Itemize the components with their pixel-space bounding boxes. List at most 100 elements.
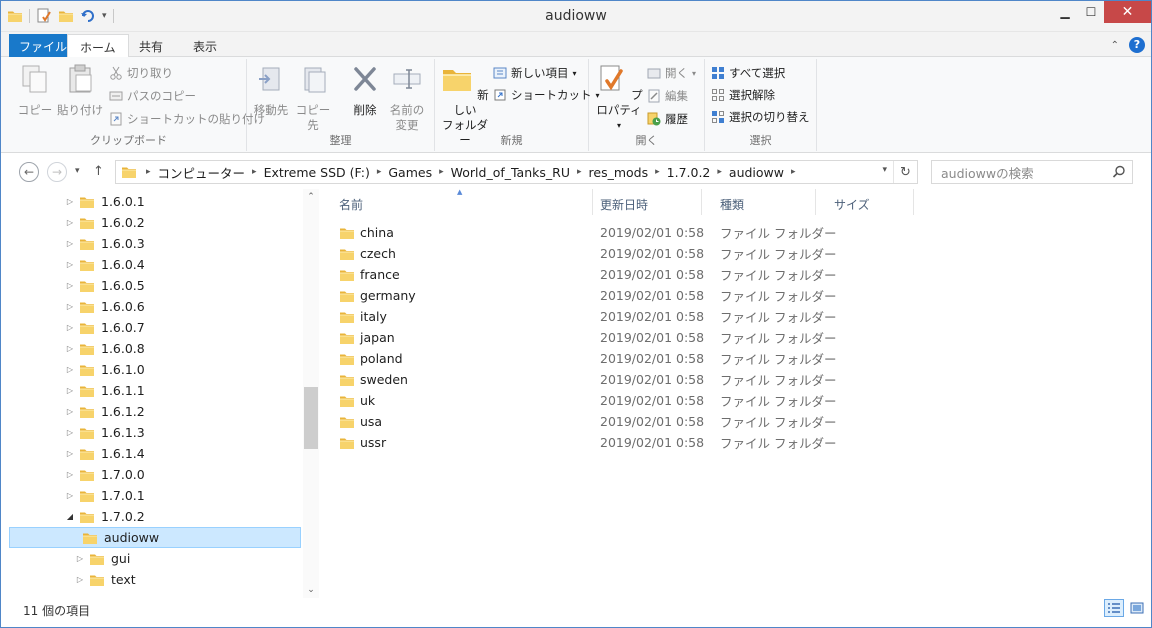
search-icon[interactable] xyxy=(1112,165,1126,179)
tree-node-1608[interactable]: ▷ 1.6.0.8 xyxy=(65,338,145,359)
tree-node-1612[interactable]: ▷ 1.6.1.2 xyxy=(65,401,145,422)
search-input[interactable]: audiowwの検索 xyxy=(931,160,1133,184)
breadcrumb-version[interactable]: 1.7.0.2 xyxy=(661,165,717,180)
history-button[interactable]: 履歴 xyxy=(647,111,688,127)
breadcrumb-res-mods[interactable]: res_mods xyxy=(583,165,655,180)
cut-button[interactable]: 切り取り xyxy=(109,65,173,81)
breadcrumb-drive[interactable]: Extreme SSD (F:) xyxy=(258,165,376,180)
tree-node-1702[interactable]: ◢ 1.7.0.2 xyxy=(65,506,145,527)
chevron-up-icon[interactable]: ⌃ xyxy=(1111,40,1119,51)
file-row[interactable]: sweden 2019/02/01 0:58 ファイル フォルダー xyxy=(339,369,899,390)
recent-locations-chevron-icon[interactable]: ▾ xyxy=(75,166,80,176)
tree-node-1701[interactable]: ▷ 1.7.0.1 xyxy=(65,485,145,506)
column-header-name[interactable]: ▲ 名前 xyxy=(321,188,593,215)
expand-arrow-icon[interactable]: ▷ xyxy=(65,386,75,395)
expand-arrow-icon[interactable]: ▷ xyxy=(75,575,85,584)
tree-node-1602[interactable]: ▷ 1.6.0.2 xyxy=(65,212,145,233)
tree-node-1606[interactable]: ▷ 1.6.0.6 xyxy=(65,296,145,317)
select-none-button[interactable]: 選択解除 xyxy=(711,87,775,103)
file-row[interactable]: czech 2019/02/01 0:58 ファイル フォルダー xyxy=(339,243,899,264)
column-header-date[interactable]: 更新日時 xyxy=(582,189,702,215)
column-header-size[interactable]: サイズ xyxy=(816,189,914,215)
tree-node-text[interactable]: ▷ text xyxy=(75,569,136,590)
tree-node-1601[interactable]: ▷ 1.6.0.1 xyxy=(65,191,145,212)
scrollbar-thumb[interactable] xyxy=(304,387,318,449)
breadcrumb-world-of-tanks[interactable]: World_of_Tanks_RU xyxy=(445,165,576,180)
address-history-chevron-icon[interactable]: ▾ xyxy=(882,165,887,175)
tree-node-1605[interactable]: ▷ 1.6.0.5 xyxy=(65,275,145,296)
close-button[interactable]: ✕ xyxy=(1104,1,1151,23)
edit-button[interactable]: 編集 xyxy=(647,88,688,104)
column-header-type[interactable]: 種類 xyxy=(702,189,816,215)
expand-arrow-icon[interactable]: ▷ xyxy=(65,197,75,206)
scroll-up-icon[interactable]: ⌃ xyxy=(303,189,319,205)
expand-arrow-icon[interactable]: ▷ xyxy=(65,407,75,416)
invert-selection-button[interactable]: 選択の切り替え xyxy=(711,109,810,125)
select-all-button[interactable]: すべて選択 xyxy=(711,65,785,81)
expand-arrow-icon[interactable]: ▷ xyxy=(65,365,75,374)
tree-node-1613[interactable]: ▷ 1.6.1.3 xyxy=(65,422,145,443)
easy-access-button[interactable]: ショートカット ▾ xyxy=(493,87,600,103)
tree-node-1604[interactable]: ▷ 1.6.0.4 xyxy=(65,254,145,275)
paste-shortcut-button[interactable]: ショートカットの貼り付け xyxy=(109,111,265,127)
tree-node-1700[interactable]: ▷ 1.7.0.0 xyxy=(65,464,145,485)
details-view-button[interactable] xyxy=(1104,599,1124,617)
tree-node-1607[interactable]: ▷ 1.6.0.7 xyxy=(65,317,145,338)
tree-node-1610[interactable]: ▷ 1.6.1.0 xyxy=(65,359,145,380)
copy-button[interactable]: コピー xyxy=(17,63,53,118)
file-row[interactable]: usa 2019/02/01 0:58 ファイル フォルダー xyxy=(339,411,899,432)
expand-arrow-icon[interactable]: ▷ xyxy=(65,260,75,269)
move-to-button[interactable]: 移動先 xyxy=(251,63,291,118)
tree-node-1614[interactable]: ▷ 1.6.1.4 xyxy=(65,443,145,464)
file-row[interactable]: germany 2019/02/01 0:58 ファイル フォルダー xyxy=(339,285,899,306)
breadcrumb-current[interactable]: audioww xyxy=(723,165,790,180)
expand-arrow-icon[interactable]: ▷ xyxy=(65,218,75,227)
address-bar[interactable]: ▸ コンピューター ▸ Extreme SSD (F:) ▸ Games ▸ W… xyxy=(115,160,918,184)
expand-arrow-icon[interactable]: ▷ xyxy=(65,491,75,500)
tree-node-gui[interactable]: ▷ gui xyxy=(75,548,130,569)
help-icon[interactable]: ? xyxy=(1129,37,1145,53)
expand-arrow-icon[interactable]: ▷ xyxy=(75,554,85,563)
copy-path-button[interactable]: パスのコピー xyxy=(109,88,196,104)
expand-arrow-icon[interactable]: ▷ xyxy=(65,428,75,437)
tab-home[interactable]: ホーム xyxy=(67,34,129,58)
refresh-button[interactable]: ↻ xyxy=(893,161,917,183)
delete-button[interactable]: 削除 xyxy=(345,63,385,118)
properties-button[interactable]: プロパティ ▾ xyxy=(593,63,645,133)
copy-to-button[interactable]: コピー先 xyxy=(293,63,333,133)
file-row[interactable]: japan 2019/02/01 0:58 ファイル フォルダー xyxy=(339,327,899,348)
forward-button[interactable]: → xyxy=(47,162,67,182)
tab-share[interactable]: 共有 xyxy=(127,34,175,57)
paste-button[interactable]: 貼り付け xyxy=(57,63,103,118)
breadcrumb-games[interactable]: Games xyxy=(382,165,438,180)
expand-arrow-icon[interactable]: ▷ xyxy=(65,239,75,248)
tree-node-1611[interactable]: ▷ 1.6.1.1 xyxy=(65,380,145,401)
scroll-down-icon[interactable]: ⌄ xyxy=(303,582,319,598)
collapse-arrow-icon[interactable]: ◢ xyxy=(65,512,75,521)
up-arrow-icon[interactable]: ↑ xyxy=(93,164,104,179)
minimize-button[interactable]: ▁ xyxy=(1052,1,1078,23)
expand-arrow-icon[interactable]: ▷ xyxy=(65,470,75,479)
large-icons-view-button[interactable] xyxy=(1127,599,1147,617)
new-item-button[interactable]: 新しい項目 ▾ xyxy=(493,65,577,81)
file-row[interactable]: ussr 2019/02/01 0:58 ファイル フォルダー xyxy=(339,432,899,453)
expand-arrow-icon[interactable]: ▷ xyxy=(65,323,75,332)
tree-node-audioww-selected[interactable]: audioww xyxy=(9,527,301,548)
expand-arrow-icon[interactable]: ▷ xyxy=(65,302,75,311)
rename-button[interactable]: 名前の 変更 xyxy=(387,63,427,133)
file-row[interactable]: france 2019/02/01 0:58 ファイル フォルダー xyxy=(339,264,899,285)
back-button[interactable]: ← xyxy=(19,162,39,182)
breadcrumb-computer[interactable]: コンピューター xyxy=(152,163,252,182)
navigation-scrollbar[interactable]: ⌃ ⌄ xyxy=(303,189,319,598)
file-row[interactable]: italy 2019/02/01 0:58 ファイル フォルダー xyxy=(339,306,899,327)
breadcrumb-separator-icon[interactable]: ▸ xyxy=(790,167,797,177)
maximize-button[interactable]: ☐ xyxy=(1078,1,1104,23)
expand-arrow-icon[interactable]: ▷ xyxy=(65,344,75,353)
open-button[interactable]: 開く ▾ xyxy=(647,65,696,81)
expand-arrow-icon[interactable]: ▷ xyxy=(65,449,75,458)
file-row[interactable]: poland 2019/02/01 0:58 ファイル フォルダー xyxy=(339,348,899,369)
file-row[interactable]: china 2019/02/01 0:58 ファイル フォルダー xyxy=(339,222,899,243)
tree-node-1603[interactable]: ▷ 1.6.0.3 xyxy=(65,233,145,254)
file-row[interactable]: uk 2019/02/01 0:58 ファイル フォルダー xyxy=(339,390,899,411)
expand-arrow-icon[interactable]: ▷ xyxy=(65,281,75,290)
